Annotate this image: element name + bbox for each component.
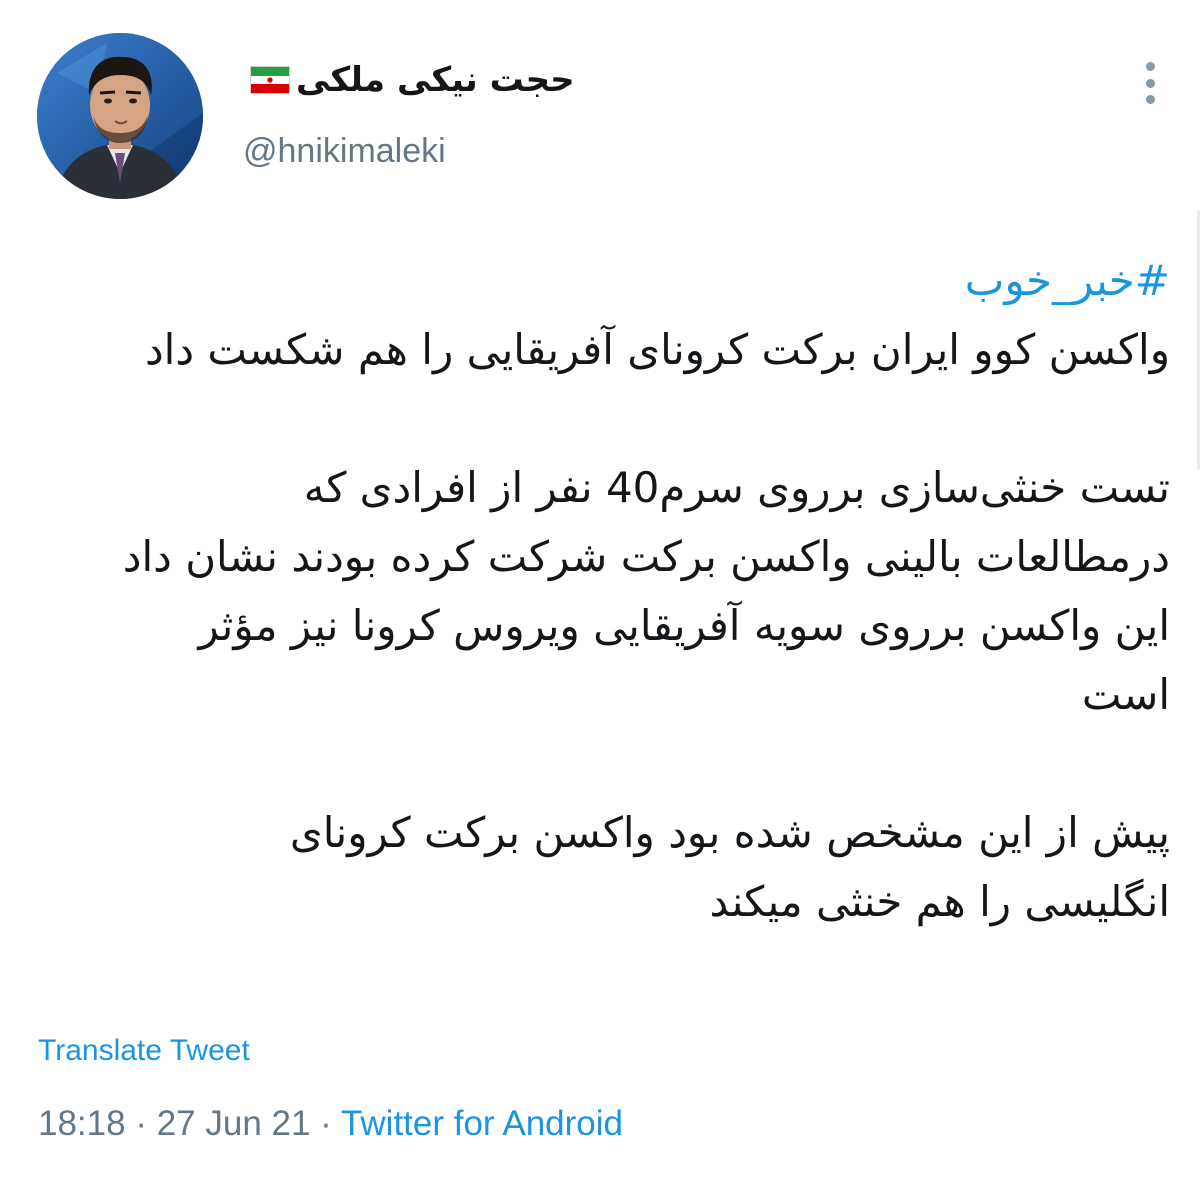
tweet-text: #خبر_خوب واکسن کوو ایران برکت کرونای آفر… [30, 246, 1170, 936]
avatar-photo [37, 33, 203, 199]
meta-separator: · [310, 1104, 341, 1143]
meta-separator: · [125, 1104, 157, 1143]
translate-tweet-link[interactable]: Translate Tweet [38, 1034, 250, 1068]
tweet-card: حجت نیکی ملکی @hnikimaleki #خبر_خوب واکس… [0, 0, 1200, 1185]
tweet-metadata: 18:18 · 27 Jun 21 · Twitter for Android [38, 1104, 623, 1144]
tweet-line: این واکسن برروی سویه آفریقایی ویروس کرون… [198, 601, 1171, 650]
tweet-line: واکسن کوو ایران برکت کرونای آفریقایی را … [144, 325, 1170, 374]
more-vertical-icon [1145, 78, 1155, 88]
more-vertical-icon [1145, 95, 1155, 104]
display-name[interactable]: حجت نیکی ملکی [296, 60, 575, 100]
avatar[interactable] [37, 33, 203, 199]
tweet-line: پیش از این مشخص شده بود واکسن برکت کرونا… [289, 808, 1170, 857]
tweet-line: تست خنثی‌سازی برروی سرم40 نفر از افرادی … [303, 463, 1170, 512]
tweet-line: درمطالعات بالینی واکسن برکت شرکت کرده بو… [122, 532, 1170, 581]
tweet-date[interactable]: 27 Jun 21 [157, 1104, 311, 1143]
tweet-line: انگلیسی را هم خنثی میکند [709, 877, 1170, 926]
tweet-line: است [1081, 670, 1170, 719]
tweet-time[interactable]: 18:18 [38, 1104, 126, 1143]
user-handle[interactable]: @hnikimaleki [243, 132, 446, 171]
hashtag-link[interactable]: #خبر_خوب [30, 246, 1170, 315]
more-options-button[interactable] [1132, 58, 1168, 108]
more-vertical-icon [1145, 62, 1155, 71]
iran-flag-icon [250, 66, 290, 94]
display-name-row: حجت نیکی ملکی [250, 52, 575, 108]
tweet-source-link[interactable]: Twitter for Android [341, 1104, 623, 1143]
